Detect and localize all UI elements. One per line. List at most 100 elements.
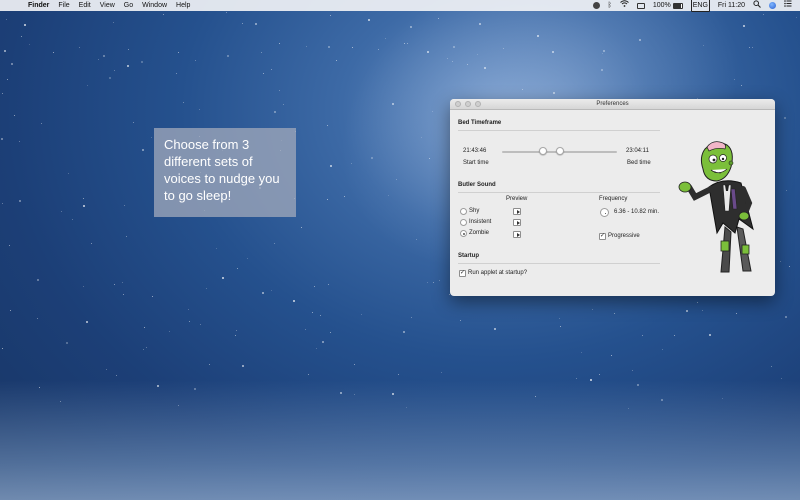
voice-zombie-label[interactable]: Zombie — [469, 230, 489, 236]
star — [68, 173, 69, 174]
star — [195, 60, 196, 61]
star — [236, 330, 237, 331]
battery-icon[interactable] — [672, 2, 683, 9]
input-source-icon[interactable]: ENG — [690, 0, 710, 12]
star — [261, 52, 262, 53]
frequency-dial[interactable] — [600, 208, 609, 217]
star — [322, 341, 324, 343]
spotlight-icon[interactable] — [753, 0, 761, 12]
airplay-icon[interactable] — [636, 2, 645, 9]
star — [29, 44, 30, 45]
close-button[interactable] — [455, 101, 461, 107]
menu-app-name[interactable]: Finder — [28, 0, 49, 11]
star — [494, 328, 496, 330]
star — [576, 378, 577, 379]
star — [53, 52, 54, 53]
progressive-checkbox[interactable]: ✓ — [599, 233, 606, 240]
star — [642, 335, 643, 336]
star — [11, 63, 13, 65]
wifi-icon[interactable] — [620, 0, 629, 11]
star — [61, 211, 62, 212]
star — [91, 243, 92, 244]
star — [305, 329, 306, 330]
star — [2, 203, 3, 204]
star — [316, 348, 317, 349]
star — [9, 245, 10, 246]
voice-insistent-label[interactable]: Insistent — [469, 219, 491, 225]
star — [327, 199, 328, 200]
star — [344, 196, 345, 197]
window-titlebar[interactable]: Preferences — [450, 99, 775, 110]
battery-percent[interactable]: 100% — [653, 0, 671, 11]
voice-zombie-radio[interactable] — [460, 230, 467, 237]
star — [674, 335, 675, 336]
bed-time-knob[interactable] — [556, 147, 564, 155]
start-time-knob[interactable] — [539, 147, 547, 155]
star — [98, 59, 99, 60]
voice-shy-radio[interactable] — [460, 208, 467, 215]
star — [403, 331, 405, 333]
menu-edit[interactable]: Edit — [79, 0, 91, 11]
star — [242, 365, 244, 367]
star — [86, 321, 88, 323]
star — [271, 69, 272, 70]
menu-window[interactable]: Window — [142, 0, 167, 11]
star — [368, 19, 370, 21]
star — [200, 324, 201, 325]
star — [328, 284, 329, 285]
start-time-label: Start time — [463, 160, 489, 166]
menu-view[interactable]: View — [100, 0, 115, 11]
star — [274, 111, 276, 113]
star — [79, 47, 80, 48]
menu-help[interactable]: Help — [176, 0, 190, 11]
star — [4, 50, 6, 52]
run-at-startup-checkbox[interactable]: ✓ — [459, 270, 466, 277]
preview-insistent-button[interactable] — [513, 219, 521, 226]
star — [189, 321, 190, 322]
preview-shy-button[interactable] — [513, 208, 521, 215]
star — [176, 73, 177, 74]
siri-icon[interactable] — [769, 2, 776, 9]
star — [784, 117, 786, 119]
star — [83, 286, 84, 287]
star — [262, 292, 264, 294]
run-at-startup-label[interactable]: Run applet at startup? — [468, 270, 527, 276]
star — [592, 309, 593, 310]
star — [662, 349, 663, 350]
star — [116, 375, 117, 376]
star — [749, 47, 750, 48]
frequency-header: Frequency — [599, 196, 628, 202]
preview-zombie-button[interactable] — [513, 231, 521, 238]
divider — [458, 130, 660, 131]
star — [279, 90, 280, 91]
startup-heading: Startup — [458, 253, 479, 259]
star — [255, 23, 257, 25]
star — [398, 374, 399, 375]
voice-insistent-radio[interactable] — [460, 219, 467, 226]
menu-file[interactable]: File — [58, 0, 69, 11]
app-indicator-icon[interactable] — [592, 2, 600, 9]
progressive-label[interactable]: Progressive — [608, 233, 640, 239]
star — [1, 138, 3, 140]
minimize-button[interactable] — [465, 101, 471, 107]
star — [216, 248, 217, 249]
clock[interactable]: Fri 11:20 — [718, 0, 745, 11]
zoom-button[interactable] — [475, 101, 481, 107]
star — [709, 334, 711, 336]
star — [103, 55, 105, 57]
star — [199, 109, 200, 110]
preview-header: Preview — [506, 196, 528, 202]
butler-sound-heading: Butler Sound — [458, 182, 496, 188]
star — [222, 277, 224, 279]
star — [312, 312, 313, 313]
star — [41, 123, 42, 124]
menu-go[interactable]: Go — [124, 0, 133, 11]
star — [169, 331, 170, 332]
star — [66, 342, 68, 344]
voice-shy-label[interactable]: Shy — [469, 208, 479, 214]
star — [114, 70, 115, 71]
bluetooth-icon[interactable]: ᛒ — [608, 0, 612, 11]
star — [72, 219, 73, 220]
star — [301, 227, 302, 228]
notification-center-icon[interactable] — [784, 0, 792, 11]
